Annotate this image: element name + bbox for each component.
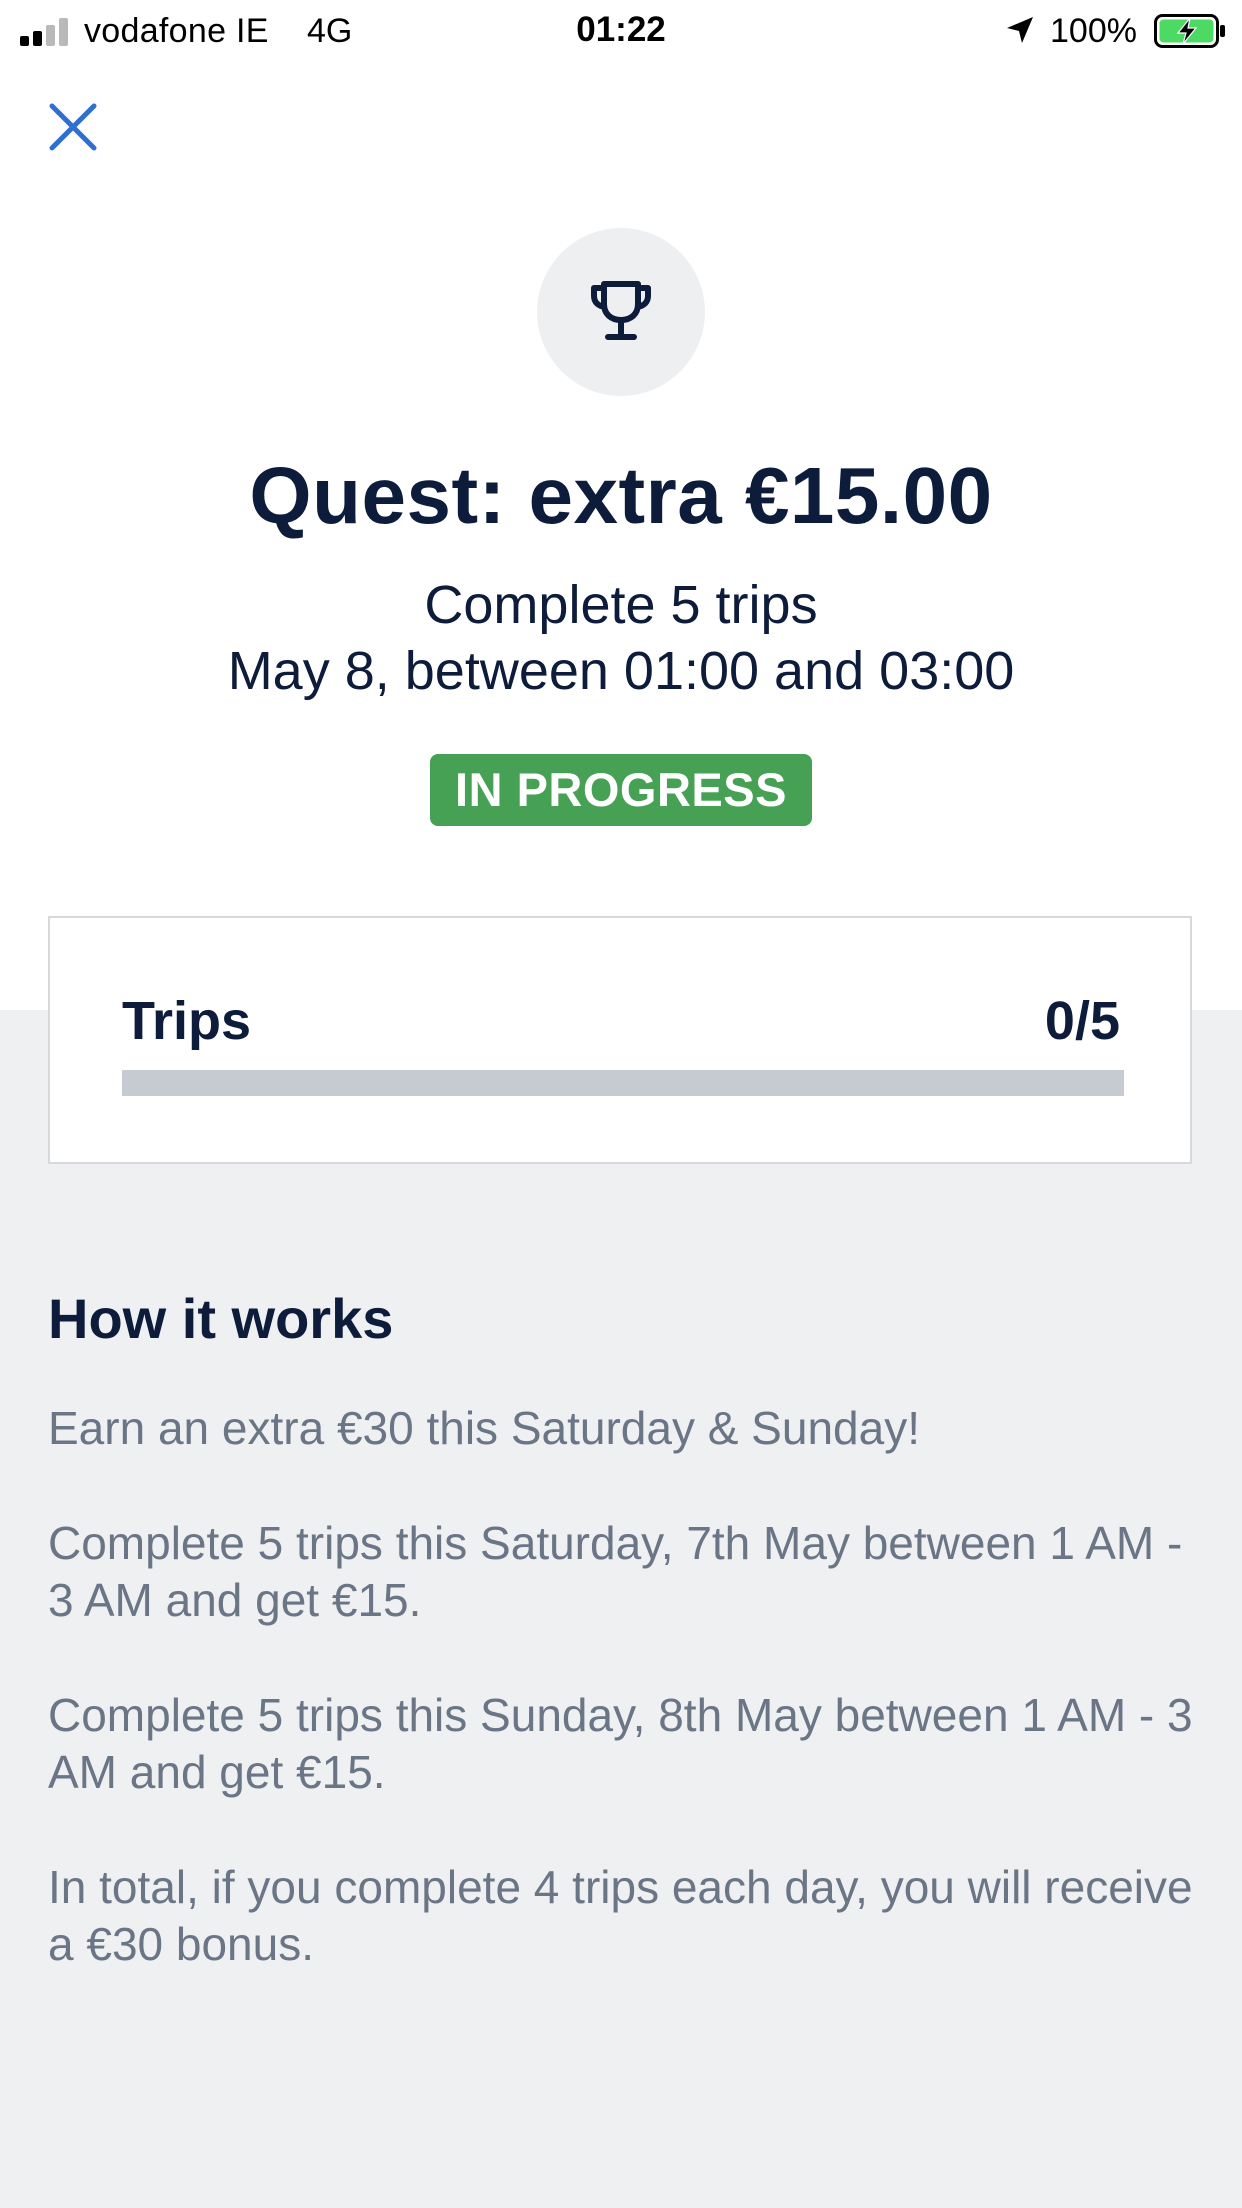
status-bar: vodafone IE 4G 01:22 100%: [0, 0, 1242, 62]
how-it-works-body: Earn an extra €30 this Saturday & Sunday…: [48, 1400, 1204, 2031]
status-badge: IN PROGRESS: [430, 754, 812, 826]
how-it-works-paragraph: Complete 5 trips this Sunday, 8th May be…: [48, 1689, 1193, 1798]
battery-charging-icon: [1154, 14, 1225, 48]
quest-title: Quest: extra €15.00: [249, 451, 993, 540]
how-it-works-heading: How it works: [48, 1287, 394, 1350]
location-arrow-icon: [1007, 17, 1033, 43]
how-it-works-paragraph: Earn an extra €30 this Saturday & Sunday…: [48, 1402, 920, 1454]
battery-percentage: 100%: [1050, 12, 1137, 50]
progress-card: Trips 0/5: [48, 916, 1192, 1164]
quest-subtitle-trips: Complete 5 trips: [424, 575, 818, 635]
how-it-works-paragraph: In total, if you complete 4 trips each d…: [48, 1861, 1193, 1970]
close-button[interactable]: [46, 100, 100, 154]
quest-subtitle-time-window: May 8, between 01:00 and 03:00: [227, 641, 1015, 701]
trophy-avatar: [537, 228, 705, 396]
how-it-works-paragraph: Complete 5 trips this Saturday, 7th May …: [48, 1517, 1183, 1626]
progress-label: Trips: [122, 991, 252, 1051]
progress-count: 0/5: [1044, 991, 1120, 1051]
progress-bar: [122, 1070, 1124, 1096]
close-icon: [49, 103, 97, 151]
trophy-icon: [591, 281, 651, 340]
